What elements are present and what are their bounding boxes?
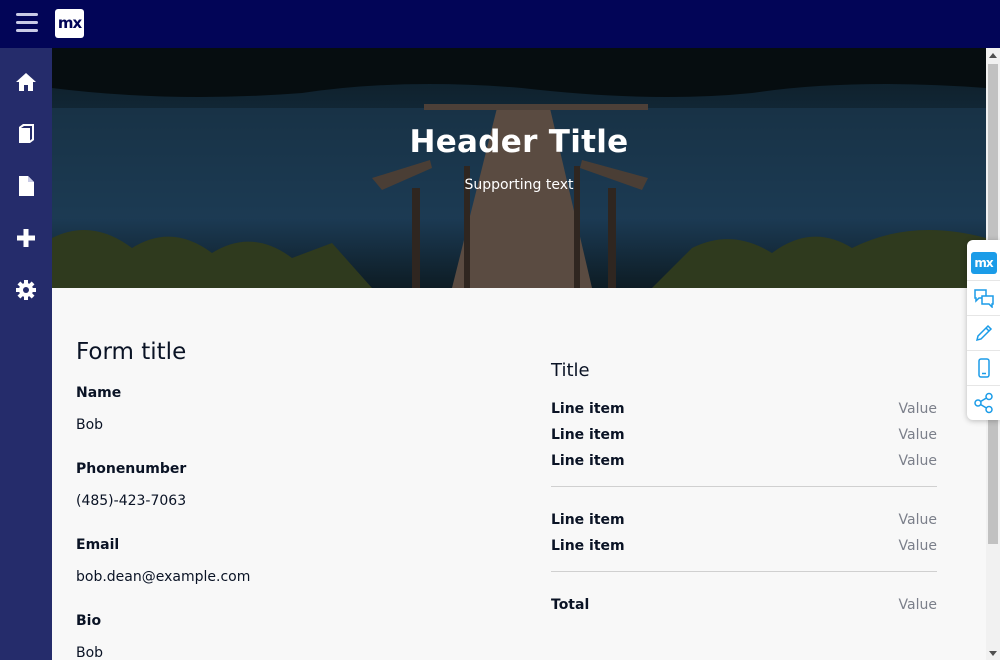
summary-title: Title <box>551 360 590 381</box>
scroll-up-arrow-icon[interactable] <box>989 53 997 58</box>
header-hero: Header Title Supporting text <box>52 48 986 288</box>
field-value: bob.dean@example.com <box>76 569 251 585</box>
mobile-icon <box>977 358 990 378</box>
header-subtitle: Supporting text <box>464 177 574 193</box>
form-field-bio: Bio Bob <box>76 612 496 660</box>
line-item-row: Line item Value <box>551 422 937 448</box>
form-title: Form title <box>76 339 187 365</box>
header-title: Header Title <box>409 124 629 160</box>
form-field-phone: Phonenumber (485)-423-7063 <box>76 460 496 510</box>
menu-icon[interactable] <box>16 13 38 33</box>
field-value: (485)-423-7063 <box>76 493 187 509</box>
field-label: Phonenumber <box>76 461 187 477</box>
line-item-value: Value <box>898 512 937 528</box>
chat-icon <box>973 289 994 308</box>
line-item-label: Line item <box>551 453 625 469</box>
sidebar-item-add[interactable] <box>0 212 52 264</box>
form-field-name: Name Bob <box>76 384 496 434</box>
line-item-label: Line item <box>551 427 625 443</box>
divider <box>551 571 937 572</box>
floating-toolbar: mx <box>967 240 1000 420</box>
line-item-value: Value <box>898 538 937 554</box>
sidebar-item-book[interactable] <box>0 108 52 160</box>
feedback-button[interactable] <box>967 280 1000 315</box>
top-bar: mx <box>0 0 1000 48</box>
share-icon <box>973 392 993 414</box>
book-icon <box>19 124 34 143</box>
home-icon <box>16 73 36 91</box>
document-icon <box>19 176 34 196</box>
line-item-label: Line item <box>551 512 625 528</box>
sidebar <box>0 48 52 660</box>
form: Form title Name Bob Phonenumber (485)-42… <box>76 336 496 660</box>
app-logo[interactable]: mx <box>55 9 84 38</box>
pencil-icon <box>975 324 992 342</box>
mendix-button[interactable]: mx <box>967 245 1000 280</box>
total-row: Total Value <box>551 592 937 618</box>
field-value: Bob <box>76 645 104 660</box>
header-background-image <box>52 48 986 288</box>
mobile-preview-button[interactable] <box>967 350 1000 385</box>
form-field-email: Email bob.dean@example.com <box>76 536 496 586</box>
line-item-value: Value <box>898 401 937 417</box>
field-label: Bio <box>76 613 102 629</box>
edit-button[interactable] <box>967 315 1000 350</box>
plus-icon <box>17 229 35 247</box>
line-item-label: Line item <box>551 401 625 417</box>
scroll-down-arrow-icon[interactable] <box>989 651 997 656</box>
gear-icon <box>16 280 36 300</box>
line-item-row: Line item Value <box>551 448 937 474</box>
field-label: Name <box>76 385 122 401</box>
summary-card: Title Line item Value Line item Value Li… <box>551 358 937 618</box>
field-value: Bob <box>76 417 104 433</box>
divider <box>551 486 937 487</box>
line-item-value: Value <box>898 427 937 443</box>
sidebar-item-settings[interactable] <box>0 264 52 316</box>
share-button[interactable] <box>967 385 1000 420</box>
line-item-value: Value <box>898 453 937 469</box>
line-item-label: Line item <box>551 538 625 554</box>
line-item-row: Line item Value <box>551 533 937 559</box>
sidebar-item-document[interactable] <box>0 160 52 212</box>
sidebar-item-home[interactable] <box>0 56 52 108</box>
total-label: Total <box>551 597 590 613</box>
field-label: Email <box>76 537 120 553</box>
total-value: Value <box>898 597 937 613</box>
line-item-row: Line item Value <box>551 507 937 533</box>
mendix-logo-icon: mx <box>970 251 997 274</box>
line-item-row: Line item Value <box>551 396 937 422</box>
